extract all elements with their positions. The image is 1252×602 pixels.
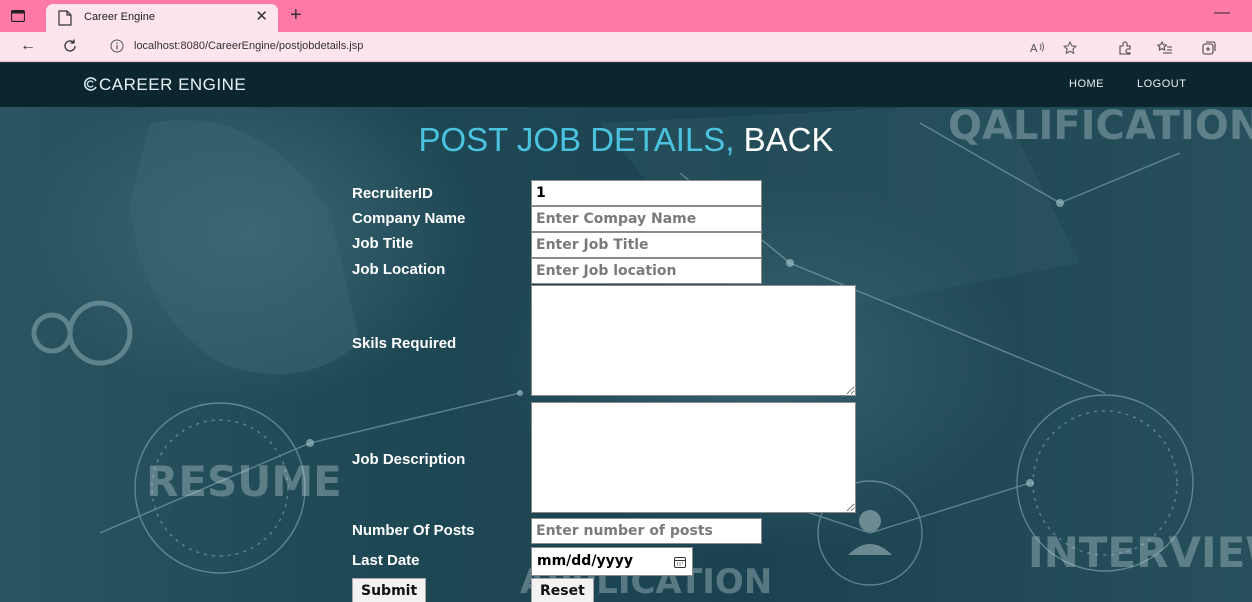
last-date-placeholder: mm/dd/yyyy (537, 553, 633, 569)
job-description-label: Job Description (352, 451, 466, 468)
svg-text:A: A (1030, 42, 1038, 55)
back-link[interactable]: BACK (744, 121, 834, 158)
job-description-textarea[interactable] (531, 402, 856, 513)
nav-home-link[interactable]: HOME (1069, 78, 1104, 90)
collections-icon[interactable] (1202, 41, 1216, 55)
nav-logout-link[interactable]: LOGOUT (1137, 78, 1186, 90)
extensions-icon[interactable] (1118, 41, 1132, 55)
tab-title: Career Engine (84, 11, 155, 23)
page-title: POST JOB DETAILS, BACK (0, 121, 1252, 159)
brand[interactable]: CAREER ENGINE (84, 75, 246, 95)
close-tab-icon[interactable]: ✕ (255, 8, 268, 26)
page-icon (58, 10, 74, 26)
company-name-input[interactable] (531, 206, 762, 232)
tab-actions-icon[interactable] (10, 8, 26, 24)
url-field[interactable]: localhost:8080/CareerEngine/postjobdetai… (98, 36, 1098, 58)
bg-word-interview: INTERVIEW (1028, 528, 1252, 577)
page-title-main: POST JOB DETAILS, (418, 121, 735, 158)
number-of-posts-label: Number Of Posts (352, 522, 475, 539)
refresh-icon[interactable] (62, 38, 78, 54)
page-content: QALIFICATION RESUME INTERVIEW APPLICATIO… (0, 63, 1252, 602)
company-name-label: Company Name (352, 210, 466, 227)
minimize-icon[interactable]: — (1214, 4, 1230, 22)
address-bar: ← localhost:8080/CareerEngine/postjobdet… (0, 32, 1252, 62)
brand-logo-icon (84, 76, 98, 91)
browser-tab-bar: Career Engine ✕ + — (0, 0, 1252, 32)
info-icon[interactable] (110, 39, 124, 53)
job-title-label: Job Title (352, 235, 414, 252)
bg-word-resume: RESUME (146, 457, 342, 506)
number-of-posts-input[interactable] (531, 518, 762, 544)
read-aloud-icon[interactable]: A (1030, 41, 1044, 55)
recruiter-id-label: RecruiterID (352, 185, 433, 202)
url-text: localhost:8080/CareerEngine/postjobdetai… (134, 40, 364, 52)
skills-label: Skils Required (352, 335, 457, 352)
job-location-label: Job Location (352, 261, 446, 278)
submit-button[interactable]: Submit (352, 578, 427, 602)
recruiter-id-input[interactable] (531, 180, 762, 206)
calendar-icon[interactable] (674, 556, 686, 568)
last-date-input[interactable]: mm/dd/yyyy (531, 547, 693, 576)
job-location-input[interactable] (531, 258, 762, 284)
job-title-input[interactable] (531, 232, 762, 258)
brand-name: CAREER ENGINE (99, 75, 247, 94)
favorite-icon[interactable] (1062, 40, 1078, 55)
browser-tab[interactable]: Career Engine ✕ (46, 4, 278, 32)
reset-button[interactable]: Reset (531, 578, 594, 602)
new-tab-icon[interactable]: + (290, 3, 302, 27)
last-date-label: Last Date (352, 552, 420, 569)
top-navbar: CAREER ENGINE HOME LOGOUT (0, 63, 1252, 107)
favorites-list-icon[interactable] (1156, 40, 1172, 55)
skills-textarea[interactable] (531, 285, 856, 396)
back-arrow-icon[interactable]: ← (20, 37, 36, 55)
